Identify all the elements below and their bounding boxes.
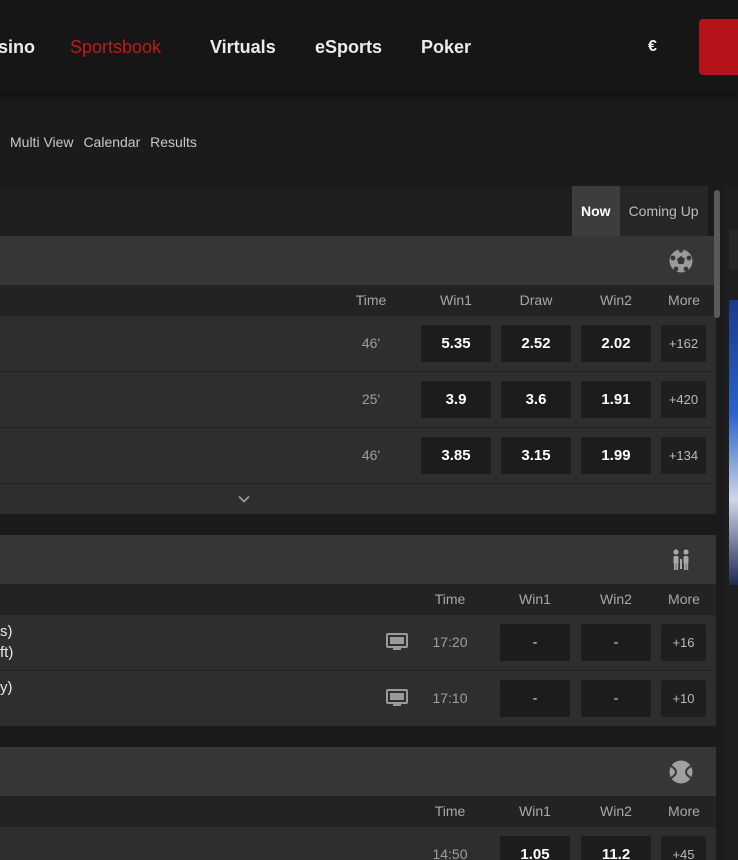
sport-section-tennis: Time Win1 Win2 More 14:50 1.05 11.2 +45: [0, 747, 716, 860]
col-time: Time: [355, 292, 387, 308]
odd-win2[interactable]: 11.2: [581, 836, 651, 860]
team-name: s): [0, 623, 13, 640]
col-win2: Win2: [600, 591, 632, 607]
event-time: 46': [361, 447, 381, 463]
more-markets-button[interactable]: +162: [661, 325, 706, 362]
scrollbar-thumb[interactable]: [714, 190, 720, 318]
time-filter-tabs: Now Coming Up: [572, 186, 708, 236]
currency-selector[interactable]: €: [648, 38, 657, 56]
nav-item-casino[interactable]: sino: [0, 37, 35, 58]
col-more: More: [668, 803, 700, 819]
column-headers: Time Win1 Win2 More: [0, 584, 716, 614]
live-stream-tv-icon[interactable]: [386, 633, 408, 651]
live-stream-tv-icon[interactable]: [386, 689, 408, 707]
odd-win2[interactable]: 1.91: [581, 381, 651, 418]
section-header[interactable]: [0, 535, 716, 584]
event-time: 17:10: [432, 690, 468, 706]
event-row[interactable]: y) 17:10 - - +10: [0, 670, 716, 726]
odd-win1[interactable]: 3.85: [421, 437, 491, 474]
more-markets-button[interactable]: +420: [661, 381, 706, 418]
col-win1: Win1: [519, 591, 551, 607]
event-row[interactable]: s) ft) 17:20 - - +16: [0, 614, 716, 670]
sport-section-table-tennis: Time Win1 Win2 More s) ft) 17:20 - - +16…: [0, 535, 716, 726]
more-markets-button[interactable]: +134: [661, 437, 706, 474]
odd-win1[interactable]: 1.05: [500, 836, 570, 860]
panel-header-strip: [0, 186, 572, 236]
col-win2: Win2: [600, 292, 632, 308]
nav-item-esports[interactable]: eSports: [315, 37, 382, 58]
more-markets-button[interactable]: +10: [661, 680, 706, 717]
odd-win2[interactable]: -: [581, 624, 651, 661]
col-more: More: [668, 591, 700, 607]
col-time: Time: [434, 591, 466, 607]
subnav-multi-view[interactable]: Multi View: [10, 134, 74, 150]
odd-win1[interactable]: 3.9: [421, 381, 491, 418]
section-header[interactable]: [0, 747, 716, 796]
event-row[interactable]: 25' 3.9 3.6 1.91 +420: [0, 371, 716, 427]
promo-banner[interactable]: [729, 300, 738, 585]
column-headers: Time Win1 Win2 More: [0, 796, 716, 826]
event-time: 46': [361, 335, 381, 351]
col-more: More: [668, 292, 700, 308]
odd-win2[interactable]: 2.02: [581, 325, 651, 362]
subnav-results[interactable]: Results: [150, 134, 197, 150]
odd-draw[interactable]: 2.52: [501, 325, 571, 362]
more-markets-button[interactable]: +16: [661, 624, 706, 661]
tennis-ball-icon: [669, 760, 693, 784]
nav-item-sportsbook[interactable]: Sportsbook: [70, 37, 161, 58]
event-row[interactable]: 46' 5.35 2.52 2.02 +162: [0, 315, 716, 371]
odd-draw[interactable]: 3.6: [501, 381, 571, 418]
col-time: Time: [434, 803, 466, 819]
tab-coming-up[interactable]: Coming Up: [619, 186, 708, 236]
soccer-ball-icon: [669, 248, 693, 273]
odd-win1[interactable]: -: [500, 680, 570, 717]
section-header[interactable]: [0, 236, 716, 285]
event-row[interactable]: 46' 3.85 3.15 1.99 +134: [0, 427, 716, 483]
register-button[interactable]: [699, 19, 738, 75]
event-time: 25': [361, 391, 381, 407]
more-markets-button[interactable]: +45: [661, 836, 706, 860]
nav-item-poker[interactable]: Poker: [421, 37, 471, 58]
odd-draw[interactable]: 3.15: [501, 437, 571, 474]
col-win1: Win1: [440, 292, 472, 308]
show-more-row[interactable]: [0, 483, 716, 514]
table-tennis-icon: [673, 549, 689, 570]
nav-item-virtuals[interactable]: Virtuals: [210, 37, 276, 58]
team-name: y): [0, 679, 13, 696]
tab-now[interactable]: Now: [572, 186, 620, 236]
top-nav: sino Sportsbook Virtuals eSports Poker €: [0, 0, 738, 94]
event-time: 14:50: [432, 846, 468, 860]
event-row[interactable]: 14:50 1.05 11.2 +45: [0, 826, 716, 860]
sidebar-block: [729, 230, 738, 270]
sub-nav: Multi View Calendar Results: [10, 134, 203, 150]
col-win2: Win2: [600, 803, 632, 819]
odd-win1[interactable]: 5.35: [421, 325, 491, 362]
event-time: 17:20: [432, 634, 468, 650]
odd-win2[interactable]: 1.99: [581, 437, 651, 474]
col-draw: Draw: [519, 292, 553, 308]
odd-win2[interactable]: -: [581, 680, 651, 717]
team-name: ft): [0, 644, 14, 661]
subnav-calendar[interactable]: Calendar: [83, 134, 140, 150]
odd-win1[interactable]: -: [500, 624, 570, 661]
column-headers: Time Win1 Draw Win2 More: [0, 285, 716, 315]
sport-section-soccer: Time Win1 Draw Win2 More 46' 5.35 2.52 2…: [0, 236, 716, 514]
chevron-down-icon: [238, 495, 250, 503]
col-win1: Win1: [519, 803, 551, 819]
